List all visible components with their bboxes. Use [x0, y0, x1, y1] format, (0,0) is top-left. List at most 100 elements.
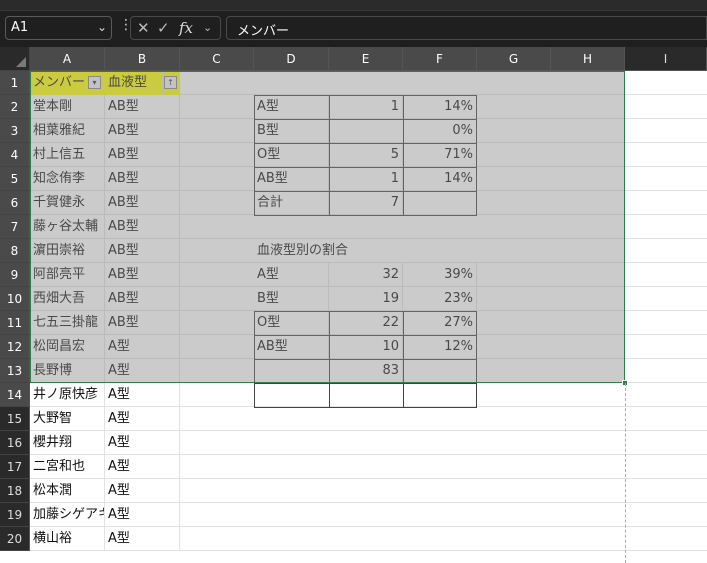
cell-a16[interactable]: 櫻井翔 [30, 431, 105, 455]
cell-a4[interactable]: 村上信五 [30, 143, 105, 167]
cell-b14[interactable]: A型 [105, 383, 180, 407]
row-header-3[interactable]: 3 [0, 119, 30, 143]
column-header-b[interactable]: B [105, 47, 180, 71]
row-header-13[interactable]: 13 [0, 359, 30, 383]
cell-f2[interactable]: 14% [403, 95, 477, 119]
row-header-8[interactable]: 8 [0, 239, 30, 263]
cell-b16[interactable]: A型 [105, 431, 180, 455]
cell-d12[interactable]: AB型 [254, 335, 329, 359]
row-header-7[interactable]: 7 [0, 215, 30, 239]
insert-function-icon[interactable]: fx [179, 19, 193, 37]
row-header-17[interactable]: 17 [0, 455, 30, 479]
row-header-4[interactable]: 4 [0, 143, 30, 167]
cell-b7[interactable]: AB型 [105, 215, 180, 239]
cell-a7[interactable]: 藤ヶ谷太輔 [30, 215, 105, 239]
column-header-h[interactable]: H [551, 47, 625, 71]
cell-b15[interactable]: A型 [105, 407, 180, 431]
cell-e5[interactable]: 1 [329, 167, 403, 191]
cell-b18[interactable]: A型 [105, 479, 180, 503]
cell-e4[interactable]: 5 [329, 143, 403, 167]
cell-a13[interactable]: 長野博 [30, 359, 105, 383]
cell-d11[interactable]: O型 [254, 311, 329, 335]
cell-a1[interactable]: メンバー [30, 71, 88, 95]
cell-e9[interactable]: 32 [329, 263, 403, 287]
cell-b2[interactable]: AB型 [105, 95, 180, 119]
row-header-10[interactable]: 10 [0, 287, 30, 311]
chevron-down-icon[interactable]: ⌄ [203, 21, 212, 34]
cell-f3[interactable]: 0% [403, 119, 477, 143]
cell-b8[interactable]: AB型 [105, 239, 180, 263]
cell-b20[interactable]: A型 [105, 527, 180, 551]
cell-a19[interactable]: 加藤シゲアキ [30, 503, 105, 527]
column-header-i[interactable]: I [625, 47, 707, 71]
row-header-6[interactable]: 6 [0, 191, 30, 215]
cell-b9[interactable]: AB型 [105, 263, 180, 287]
column-header-d[interactable]: D [254, 47, 329, 71]
cell-f4[interactable]: 71% [403, 143, 477, 167]
row-header-14[interactable]: 14 [0, 383, 30, 407]
row-header-1[interactable]: 1 [0, 71, 30, 95]
cell-b3[interactable]: AB型 [105, 119, 180, 143]
cell-e2[interactable]: 1 [329, 95, 403, 119]
cell-b1[interactable]: 血液型 [105, 71, 163, 95]
cell-b19[interactable]: A型 [105, 503, 180, 527]
cell-b4[interactable]: AB型 [105, 143, 180, 167]
cell-b11[interactable]: AB型 [105, 311, 180, 335]
cell-f9[interactable]: 39% [403, 263, 477, 287]
row-header-20[interactable]: 20 [0, 527, 30, 551]
cell-a10[interactable]: 西畑大吾 [30, 287, 105, 311]
filter-dropdown-icon[interactable]: ▾ [88, 76, 101, 89]
row-header-5[interactable]: 5 [0, 167, 30, 191]
cell-f5[interactable]: 14% [403, 167, 477, 191]
cell-b6[interactable]: AB型 [105, 191, 180, 215]
row-header-11[interactable]: 11 [0, 311, 30, 335]
column-header-g[interactable]: G [477, 47, 551, 71]
cell-d4[interactable]: O型 [254, 143, 329, 167]
cell-a3[interactable]: 相葉雅紀 [30, 119, 105, 143]
column-header-e[interactable]: E [329, 47, 403, 71]
cell-a8[interactable]: 濵田崇裕 [30, 239, 105, 263]
cell-d8[interactable]: 血液型別の割合 [254, 239, 404, 263]
cell-b17[interactable]: A型 [105, 455, 180, 479]
cell-a6[interactable]: 千賀健永 [30, 191, 105, 215]
cell-e11[interactable]: 22 [329, 311, 403, 335]
cell-a12[interactable]: 松岡昌宏 [30, 335, 105, 359]
column-header-f[interactable]: F [403, 47, 477, 71]
cell-a18[interactable]: 松本潤 [30, 479, 105, 503]
row-header-15[interactable]: 15 [0, 407, 30, 431]
column-header-c[interactable]: C [180, 47, 254, 71]
cell-a14[interactable]: 井ノ原快彦 [30, 383, 105, 407]
row-header-12[interactable]: 12 [0, 335, 30, 359]
select-all-corner[interactable] [0, 47, 30, 71]
cell-f11[interactable]: 27% [403, 311, 477, 335]
cell-e10[interactable]: 19 [329, 287, 403, 311]
row-header-18[interactable]: 18 [0, 479, 30, 503]
cell-e12[interactable]: 10 [329, 335, 403, 359]
cell-d9[interactable]: A型 [254, 263, 329, 287]
row-header-9[interactable]: 9 [0, 263, 30, 287]
cell-a17[interactable]: 二宮和也 [30, 455, 105, 479]
cell-d3[interactable]: B型 [254, 119, 329, 143]
confirm-icon[interactable]: ✓ [157, 19, 170, 37]
cell-a20[interactable]: 横山裕 [30, 527, 105, 551]
column-header-a[interactable]: A [30, 47, 105, 71]
cell-a5[interactable]: 知念侑李 [30, 167, 105, 191]
cell-b5[interactable]: AB型 [105, 167, 180, 191]
cancel-icon[interactable]: ✕ [137, 19, 150, 37]
cell-a9[interactable]: 阿部亮平 [30, 263, 105, 287]
cell-b12[interactable]: A型 [105, 335, 180, 359]
row-header-2[interactable]: 2 [0, 95, 30, 119]
worksheet-grid[interactable]: ABCDEFGHI 1 2 3 4 5 6 7 8 9 10 11 12 13 14 15 16 17 18 19 2… [0, 47, 707, 563]
cell-f12[interactable]: 12% [403, 335, 477, 359]
row-header-19[interactable]: 19 [0, 503, 30, 527]
cell-e6[interactable]: 7 [329, 191, 403, 215]
cell-d10[interactable]: B型 [254, 287, 329, 311]
cell-b10[interactable]: AB型 [105, 287, 180, 311]
formula-input[interactable]: メンバー [226, 16, 707, 40]
cell-b13[interactable]: A型 [105, 359, 180, 383]
cell-a11[interactable]: 七五三掛龍 [30, 311, 105, 335]
cell-d2[interactable]: A型 [254, 95, 329, 119]
sort-ascending-filter-icon[interactable]: ↑ [164, 76, 177, 89]
cell-e13[interactable]: 83 [329, 359, 403, 383]
row-header-16[interactable]: 16 [0, 431, 30, 455]
